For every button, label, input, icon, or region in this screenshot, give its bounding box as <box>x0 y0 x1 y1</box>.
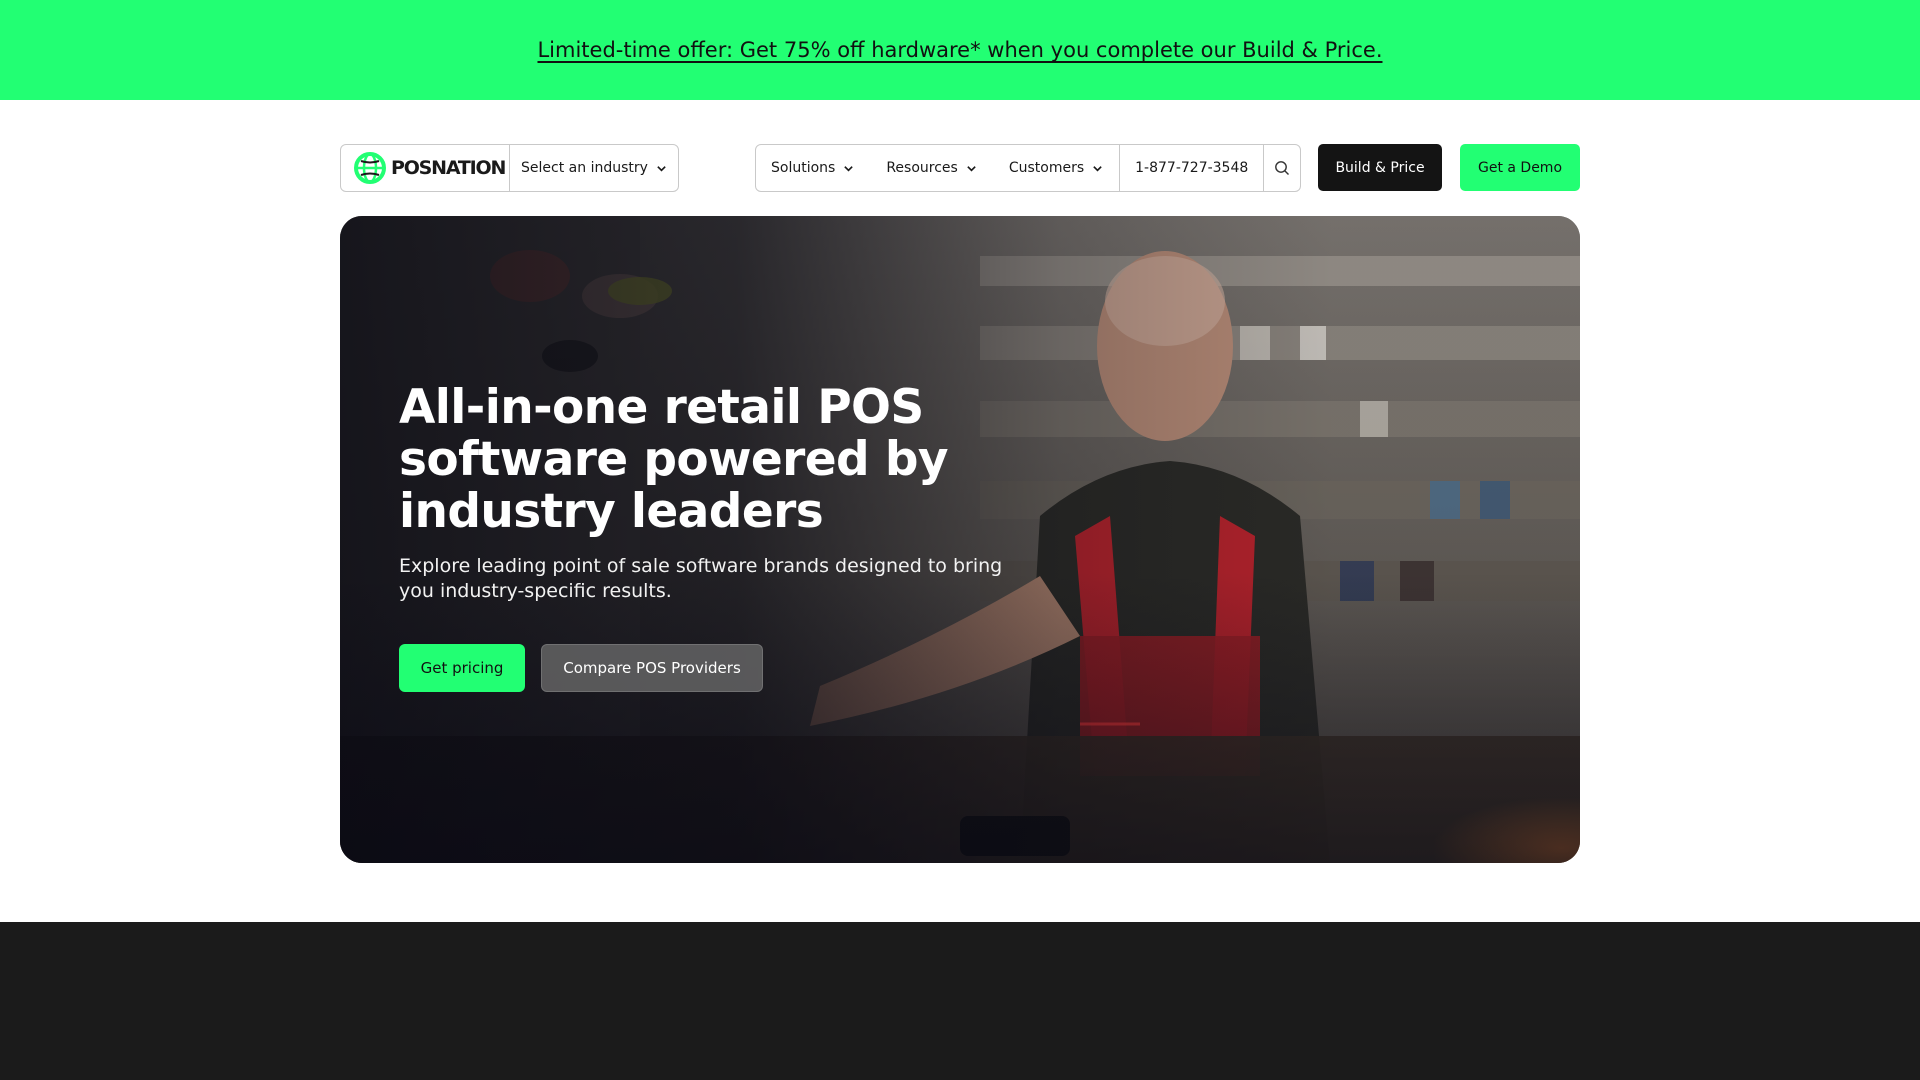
menu-customers[interactable]: Customers <box>993 145 1119 191</box>
menu-resources-label: Resources <box>886 160 958 176</box>
phone-link[interactable]: 1-877-727-3548 <box>1119 145 1265 191</box>
chevron-down-icon <box>844 165 854 172</box>
logo-text: POSNATION <box>391 157 506 179</box>
industry-select[interactable]: Select an industry <box>510 145 678 191</box>
get-pricing-button[interactable]: Get pricing <box>399 644 525 692</box>
chevron-down-icon <box>967 165 976 172</box>
posnation-globe-icon <box>354 152 386 184</box>
promo-offer-link[interactable]: Limited-time offer: Get 75% off hardware… <box>537 38 1382 62</box>
chevron-down-icon <box>657 165 666 172</box>
menu-solutions-label: Solutions <box>771 160 836 176</box>
logo-link[interactable]: POSNATION <box>341 145 510 191</box>
menu-customers-label: Customers <box>1008 160 1085 176</box>
get-demo-button[interactable]: Get a Demo <box>1460 144 1580 191</box>
menu-solutions[interactable]: Solutions <box>756 145 870 191</box>
industry-select-label: Select an industry <box>521 160 648 176</box>
hero-title: All-in-one retail POS software powered b… <box>399 380 949 539</box>
search-button[interactable] <box>1264 145 1300 191</box>
hero-subtitle: Explore leading point of sale software b… <box>399 555 1003 602</box>
brand-group: POSNATION Select an industry <box>340 144 679 192</box>
menu-resources[interactable]: Resources <box>870 145 993 191</box>
dark-section <box>0 922 1920 1080</box>
chevron-down-icon <box>1093 165 1102 172</box>
compare-providers-button[interactable]: Compare POS Providers <box>541 644 763 692</box>
menu-group: Solutions Resources Customers 1-877-727-… <box>755 144 1301 192</box>
search-icon <box>1275 161 1290 175</box>
promo-banner: Limited-time offer: Get 75% off hardware… <box>0 0 1920 100</box>
hero-overlay-bottom <box>340 216 1580 863</box>
build-price-button[interactable]: Build & Price <box>1318 144 1442 191</box>
main-navigation: POSNATION Select an industry Solutions R… <box>340 144 1580 192</box>
hero-section: All-in-one retail POS software powered b… <box>340 216 1580 863</box>
